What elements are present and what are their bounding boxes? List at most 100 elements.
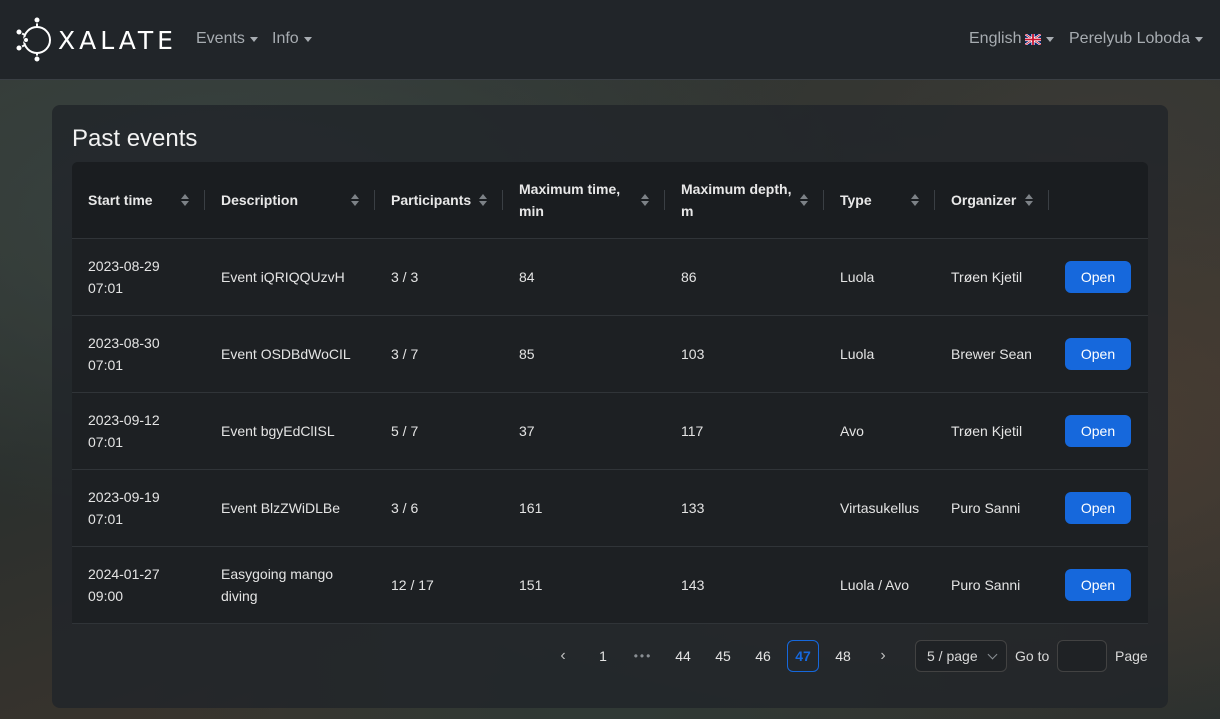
- cell-type: Virtasukellus: [824, 469, 935, 547]
- cell-max-time: 161: [503, 469, 665, 547]
- table-row: 2024-01-27 09:00 Easygoing mango diving …: [72, 546, 1148, 624]
- page-link-1[interactable]: 1: [587, 640, 619, 672]
- cell-max-depth: 143: [665, 546, 824, 624]
- page-link-46[interactable]: 46: [747, 640, 779, 672]
- page-link-47-current[interactable]: 47: [787, 640, 819, 672]
- table-row: 2023-09-12 07:01 Event bgyEdClISL 5 / 7 …: [72, 392, 1148, 470]
- language-label: English: [969, 30, 1022, 47]
- chevron-down-icon: [987, 649, 998, 660]
- open-event-button[interactable]: Open: [1065, 414, 1131, 447]
- cell-action: Open: [1049, 392, 1148, 470]
- open-event-button[interactable]: Open: [1065, 337, 1131, 370]
- cell-start-time: 2023-08-29 07:01: [72, 238, 205, 316]
- page-link-44[interactable]: 44: [667, 640, 699, 672]
- sort-icon[interactable]: [479, 193, 487, 206]
- sort-icon[interactable]: [800, 193, 808, 206]
- page-size-select[interactable]: 5 / page: [915, 640, 1007, 672]
- cell-start-time: 2023-08-30 07:01: [72, 315, 205, 393]
- open-event-button[interactable]: Open: [1065, 491, 1131, 524]
- column-header-label: Type: [840, 191, 872, 208]
- events-table-container: Start time Description Participants Maxi…: [72, 162, 1148, 624]
- past-events-card: Past events Start time Description Parti…: [52, 105, 1168, 708]
- column-header-label: Start time: [88, 191, 153, 208]
- caret-down-icon: [249, 36, 258, 42]
- cell-description: Event iQRIQQUzvH: [205, 238, 375, 316]
- sort-icon[interactable]: [641, 193, 649, 206]
- caret-down-icon: [1194, 36, 1203, 42]
- cell-description: Easygoing mango diving: [205, 546, 375, 624]
- column-header-start-time[interactable]: Start time: [72, 162, 205, 239]
- molecule-logo-icon: [15, 17, 51, 63]
- events-table: Start time Description Participants Maxi…: [72, 162, 1148, 624]
- sort-icon[interactable]: [911, 193, 919, 206]
- chevron-right-icon[interactable]: ›: [867, 640, 899, 672]
- cell-start-time: 2023-09-12 07:01: [72, 392, 205, 470]
- nav-menu-info[interactable]: Info: [272, 30, 312, 48]
- nav-menu-events-label: Events: [196, 30, 245, 47]
- brand-logo[interactable]: XALATE: [14, 17, 177, 63]
- cell-action: Open: [1049, 469, 1148, 547]
- column-header-actions: [1049, 162, 1148, 239]
- page-link-45[interactable]: 45: [707, 640, 739, 672]
- page-label: Page: [1115, 648, 1148, 664]
- column-header-organizer[interactable]: Organizer: [935, 162, 1049, 239]
- sort-icon[interactable]: [1025, 193, 1033, 206]
- open-event-button[interactable]: Open: [1065, 568, 1131, 601]
- brand-name: XALATE: [58, 25, 177, 55]
- column-header-label: Maximum depth, m: [681, 180, 792, 219]
- page-size-value: 5 / page: [927, 648, 978, 664]
- cell-start-time: 2024-01-27 09:00: [72, 546, 205, 624]
- table-row: 2023-09-19 07:01 Event BlzZWiDLBe 3 / 6 …: [72, 469, 1148, 547]
- column-header-label: Maximum time, min: [519, 180, 621, 219]
- sort-icon[interactable]: [181, 193, 189, 206]
- cell-participants: 3 / 6: [375, 469, 503, 547]
- cell-type: Luola: [824, 238, 935, 316]
- language-selector[interactable]: English: [969, 30, 1055, 48]
- cell-max-time: 37: [503, 392, 665, 470]
- column-header-label: Organizer: [951, 191, 1017, 208]
- caret-down-icon: [1046, 36, 1055, 42]
- pagination: ‹ 1 ••• 44 45 46 47 48 › 5 / page Go to …: [52, 640, 1168, 672]
- page-link-48[interactable]: 48: [827, 640, 859, 672]
- cell-participants: 12 / 17: [375, 546, 503, 624]
- cell-participants: 3 / 3: [375, 238, 503, 316]
- goto-page-input[interactable]: [1057, 640, 1107, 672]
- column-header-maximum-depth[interactable]: Maximum depth, m: [665, 162, 824, 239]
- nav-menu-events[interactable]: Events: [196, 30, 258, 48]
- cell-description: Event OSDBdWoCIL: [205, 315, 375, 393]
- cell-start-time: 2023-09-19 07:01: [72, 469, 205, 547]
- chevron-left-icon[interactable]: ‹: [547, 640, 579, 672]
- table-header-row: Start time Description Participants Maxi…: [72, 162, 1148, 239]
- open-event-button[interactable]: Open: [1065, 260, 1131, 293]
- column-header-label: Description: [221, 191, 299, 208]
- cell-max-time: 84: [503, 238, 665, 316]
- goto-label: Go to: [1015, 648, 1050, 664]
- cell-max-time: 85: [503, 315, 665, 393]
- nav-menu-info-label: Info: [272, 30, 299, 47]
- user-name: Perelyub Loboda: [1069, 30, 1190, 47]
- cell-type: Luola: [824, 315, 935, 393]
- cell-action: Open: [1049, 238, 1148, 316]
- cell-action: Open: [1049, 315, 1148, 393]
- cell-organizer: Trøen Kjetil: [935, 238, 1049, 316]
- column-header-label: Participants: [391, 191, 472, 208]
- column-header-description[interactable]: Description: [205, 162, 375, 239]
- cell-participants: 5 / 7: [375, 392, 503, 470]
- caret-down-icon: [303, 36, 312, 42]
- navbar: XALATE Events Info English Perelyub Lobo…: [0, 0, 1220, 80]
- cell-participants: 3 / 7: [375, 315, 503, 393]
- cell-max-depth: 86: [665, 238, 824, 316]
- sort-icon[interactable]: [351, 193, 359, 206]
- cell-organizer: Puro Sanni: [935, 546, 1049, 624]
- table-row: 2023-08-29 07:01 Event iQRIQQUzvH 3 / 3 …: [72, 238, 1148, 316]
- cell-max-depth: 117: [665, 392, 824, 470]
- column-header-maximum-time[interactable]: Maximum time, min: [503, 162, 665, 239]
- cell-description: Event bgyEdClISL: [205, 392, 375, 470]
- column-header-participants[interactable]: Participants: [375, 162, 503, 239]
- user-menu[interactable]: Perelyub Loboda: [1069, 30, 1203, 48]
- cell-organizer: Puro Sanni: [935, 469, 1049, 547]
- column-header-type[interactable]: Type: [824, 162, 935, 239]
- cell-organizer: Brewer Sean: [935, 315, 1049, 393]
- pagination-ellipsis[interactable]: •••: [627, 640, 659, 672]
- page-title: Past events: [72, 125, 198, 152]
